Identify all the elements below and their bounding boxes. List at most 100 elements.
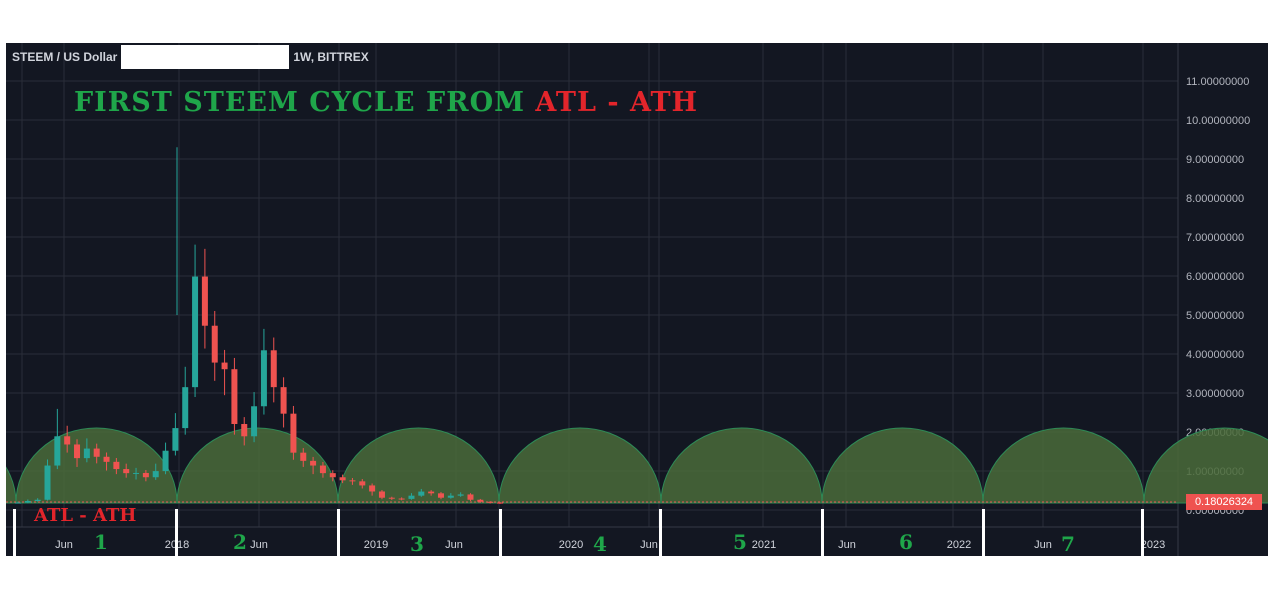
cycle-arc <box>6 466 17 504</box>
x-tick-label: Jun <box>250 539 268 551</box>
cycle-boundary-marker <box>175 509 178 556</box>
x-tick-label: 2020 <box>559 539 583 551</box>
chart-panel[interactable]: 11.00000000 10.00000000 9.00000000 8.000000… <box>6 43 1268 556</box>
cycle-boundary-marker <box>1141 509 1144 556</box>
x-tick-label: 2023 <box>1141 539 1165 551</box>
cycle-arc <box>15 427 178 504</box>
candle-body <box>260 350 267 407</box>
y-tick-label: 6.00000000 <box>1186 271 1244 283</box>
x-tick-label: Jun <box>1034 539 1052 551</box>
atl-ath-label: ATL - ATH <box>34 505 137 526</box>
candle-body <box>398 498 405 500</box>
candle-body <box>457 494 464 496</box>
candle-body <box>133 472 140 474</box>
candle-body <box>182 387 189 429</box>
candle-body <box>211 325 218 363</box>
candle-body <box>142 472 149 478</box>
x-tick-label: Jun <box>640 539 658 551</box>
candle-body <box>172 428 179 451</box>
candle-body <box>123 469 130 474</box>
headline-green: FIRST STEEM CYCLE FROM <box>74 87 536 118</box>
cycle-arc <box>982 427 1145 504</box>
candle-body <box>339 477 346 481</box>
candle-body <box>487 501 494 503</box>
cycle-arc <box>1143 427 1268 504</box>
candle-body <box>369 485 376 492</box>
candle-body <box>24 500 31 503</box>
candle-body <box>231 369 238 425</box>
candle-body <box>477 499 484 502</box>
price-chart[interactable]: 11.00000000 10.00000000 9.00000000 8.000000… <box>6 43 1268 556</box>
candle-body <box>310 460 317 466</box>
cycle-arc <box>498 427 662 504</box>
candle-body <box>447 495 454 498</box>
y-tick-label: 9.00000000 <box>1186 154 1244 166</box>
redaction-box <box>121 45 290 69</box>
candle-body <box>221 362 228 370</box>
y-tick-label: 7.00000000 <box>1186 232 1244 244</box>
candle-body <box>44 465 51 500</box>
cycle-number-7: 7 <box>1061 532 1075 556</box>
candle-body <box>162 450 169 472</box>
candle-body <box>319 465 326 474</box>
candle-body <box>359 481 366 486</box>
candle-body <box>329 473 336 478</box>
symbol-name: STEEM / US Dollar <box>12 50 118 64</box>
x-tick-label: 2022 <box>947 539 971 551</box>
candle-body <box>388 497 395 499</box>
candle-body <box>428 491 435 494</box>
candle-body <box>467 494 474 500</box>
candle-body <box>83 448 90 459</box>
candle-body <box>15 502 21 504</box>
cycle-number-5: 5 <box>733 530 747 554</box>
cycle-number-1: 1 <box>94 530 108 554</box>
candle-body <box>201 276 208 326</box>
cycle-boundary-marker <box>499 509 502 556</box>
cycle-number-3: 3 <box>410 532 424 556</box>
cycle-boundary-marker <box>13 509 16 556</box>
y-tick-label: 5.00000000 <box>1186 310 1244 322</box>
headline-red: ATL - ATH <box>535 87 699 118</box>
candle-body <box>349 480 356 482</box>
candle-body <box>34 499 41 501</box>
cycle-number-2: 2 <box>233 530 247 554</box>
interval-exchange: 1W, BITTREX <box>293 50 369 64</box>
cycle-boundary-marker <box>821 509 824 556</box>
x-tick-label: 2021 <box>752 539 776 551</box>
symbol-legend: STEEM / US Dollar 1W, BITTREX <box>12 43 369 71</box>
candle-body <box>497 502 503 504</box>
cycle-boundary-marker <box>659 509 662 556</box>
candle-body <box>192 276 199 388</box>
candle-body <box>300 452 307 461</box>
cycle-headline: FIRST STEEM CYCLE FROM ATL - ATH <box>74 87 698 118</box>
candle-body <box>408 495 415 499</box>
candle-body <box>103 456 110 462</box>
x-tick-label: Jun <box>445 539 463 551</box>
candle-body <box>64 436 71 445</box>
candle-body <box>437 493 444 498</box>
cycle-number-6: 6 <box>899 530 913 554</box>
candle-body <box>251 406 258 437</box>
cycle-boundary-marker <box>337 509 340 556</box>
y-tick-label: 3.00000000 <box>1186 388 1244 400</box>
candle-body <box>113 461 120 470</box>
candle-body <box>93 448 100 457</box>
y-tick-label: 8.00000000 <box>1186 193 1244 205</box>
cycle-number-4: 4 <box>593 532 607 556</box>
y-tick-label: 4.00000000 <box>1186 349 1244 361</box>
candle-body <box>270 350 277 388</box>
candle-body <box>241 424 248 437</box>
candle-body <box>152 471 159 478</box>
x-tick-label: Jun <box>838 539 856 551</box>
x-tick-label: Jun <box>55 539 73 551</box>
candle-body <box>54 436 61 466</box>
current-price-tag: 0.18026324 <box>1186 494 1262 510</box>
candle-body <box>418 491 425 496</box>
candle-body <box>74 444 81 459</box>
cycle-arc <box>660 427 823 504</box>
y-tick-label: 11.00000000 <box>1186 76 1249 88</box>
candle-body <box>280 387 287 414</box>
candle-body <box>378 491 385 498</box>
x-tick-label: 2019 <box>364 539 388 551</box>
candle-body <box>290 413 297 453</box>
